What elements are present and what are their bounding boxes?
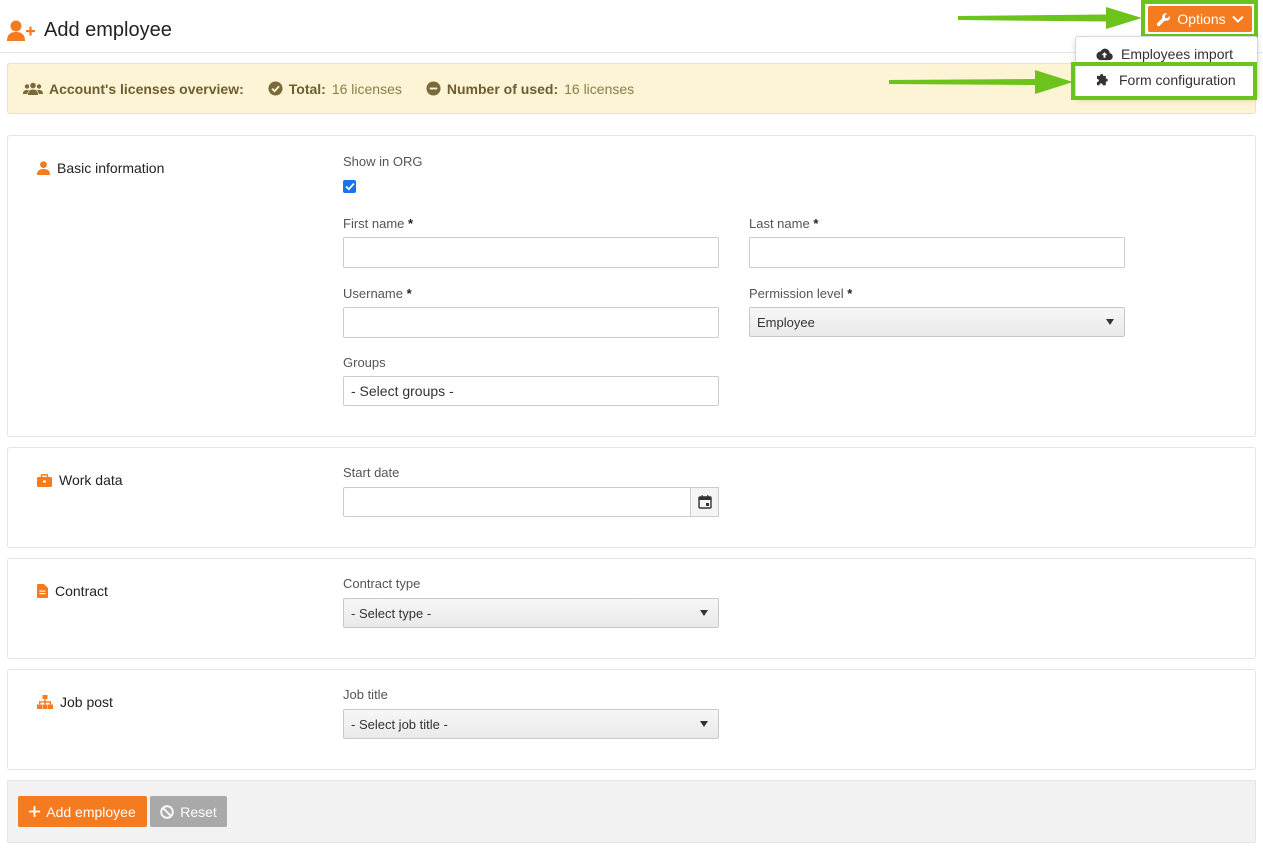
add-employee-button-label: Add employee [46, 803, 136, 820]
puzzle-icon [1096, 73, 1108, 85]
briefcase-icon [37, 473, 52, 487]
caret-down-icon [700, 721, 708, 727]
reset-button-label: Reset [180, 803, 217, 820]
permission-level-label: Permission level * [749, 286, 852, 301]
calendar-icon [697, 495, 712, 509]
menu-item-form-configuration[interactable]: Form configuration [1077, 67, 1251, 93]
caret-down-icon [1106, 319, 1114, 325]
licenses-used-label: Number of used: [446, 80, 559, 97]
arrow-to-options-icon [958, 7, 1142, 29]
required-mark: * [813, 216, 819, 231]
licenses-total: Total: 16 licenses [268, 81, 402, 97]
groups-label: Groups [343, 355, 386, 370]
reset-button[interactable]: Reset [150, 796, 227, 827]
start-date-picker-button[interactable] [690, 487, 719, 517]
username-input[interactable] [343, 307, 719, 338]
sitemap-icon [37, 695, 53, 709]
job-title-label: Job title [343, 687, 388, 702]
first-name-label: First name * [343, 216, 413, 231]
section-job-post: Job post Job title - Select job title - [7, 669, 1256, 770]
last-name-label: Last name * [749, 216, 818, 231]
arrow-to-form-configuration-icon [889, 70, 1073, 94]
licenses-overview: Account's licenses overview: [23, 81, 244, 97]
ban-icon [160, 804, 174, 819]
section-contract: Contract Contract type - Select type - [7, 558, 1256, 659]
licenses-used: Number of used: 16 licenses [426, 81, 634, 97]
start-date-label: Start date [343, 465, 400, 480]
required-mark: * [408, 216, 414, 231]
section-basic-information-title: Basic information [37, 160, 164, 176]
section-contract-title: Contract [37, 583, 108, 599]
groups-placeholder: - Select groups - [351, 383, 454, 399]
start-date-input[interactable] [343, 487, 691, 517]
menu-item-form-configuration-label: Form configuration [1119, 72, 1236, 88]
last-name-label-text: Last name [749, 216, 810, 231]
job-title-select[interactable]: - Select job title - [343, 709, 719, 739]
user-icon [37, 161, 50, 175]
caret-down-icon [700, 610, 708, 616]
cloud-upload-icon [1096, 48, 1113, 60]
permission-level-label-text: Permission level [749, 286, 844, 301]
first-name-label-text: First name [343, 216, 405, 231]
permission-level-value: Employee [757, 314, 815, 330]
section-job-post-label: Job post [60, 694, 113, 710]
show-in-org-checkbox[interactable] [343, 180, 356, 193]
section-job-post-title: Job post [37, 694, 113, 710]
menu-item-employees-import-label: Employees import [1121, 46, 1234, 62]
options-button-label: Options [1177, 11, 1226, 27]
wrench-icon [1157, 12, 1171, 26]
options-button[interactable]: Options [1148, 6, 1252, 32]
page-title: Add employee [44, 19, 172, 41]
required-mark: * [847, 286, 853, 301]
contract-type-label: Contract type [343, 576, 421, 591]
section-work-data-title: Work data [37, 472, 123, 488]
check-circle-icon [268, 81, 283, 96]
licenses-total-label: Total: [288, 80, 326, 97]
contract-type-select[interactable]: - Select type - [343, 598, 719, 628]
contract-type-value: - Select type - [351, 605, 432, 621]
licenses-total-value: 16 licenses [331, 80, 402, 97]
chevron-down-icon [1231, 15, 1244, 23]
username-label-text: Username [343, 286, 403, 301]
required-mark: * [406, 286, 412, 301]
section-basic-information-label: Basic information [57, 160, 165, 176]
licenses-overview-label: Account's licenses overview: [49, 80, 244, 97]
section-work-data-label: Work data [59, 472, 123, 488]
section-work-data: Work data Start date [7, 447, 1256, 548]
groups-select[interactable]: - Select groups - [343, 376, 719, 406]
last-name-input[interactable] [749, 237, 1125, 268]
section-basic-information: Basic information Show in ORG First name… [7, 135, 1256, 437]
menu-item-employees-import[interactable]: Employees import [1076, 41, 1257, 67]
add-employee-button[interactable]: Add employee [18, 796, 147, 827]
add-user-icon [7, 20, 35, 41]
permission-level-select[interactable]: Employee [749, 307, 1125, 337]
licenses-used-value: 16 licenses [564, 80, 635, 97]
minus-circle-icon [426, 81, 441, 96]
job-title-value: - Select job title - [351, 716, 448, 732]
section-contract-label: Contract [55, 583, 108, 599]
show-in-org-label: Show in ORG [343, 154, 423, 169]
users-icon [23, 82, 43, 95]
document-icon [37, 584, 48, 598]
username-label: Username * [343, 286, 412, 301]
plus-icon [29, 806, 41, 817]
first-name-input[interactable] [343, 237, 719, 268]
checkmark-icon [344, 182, 355, 191]
form-actions-bar: Add employee Reset [7, 780, 1256, 843]
